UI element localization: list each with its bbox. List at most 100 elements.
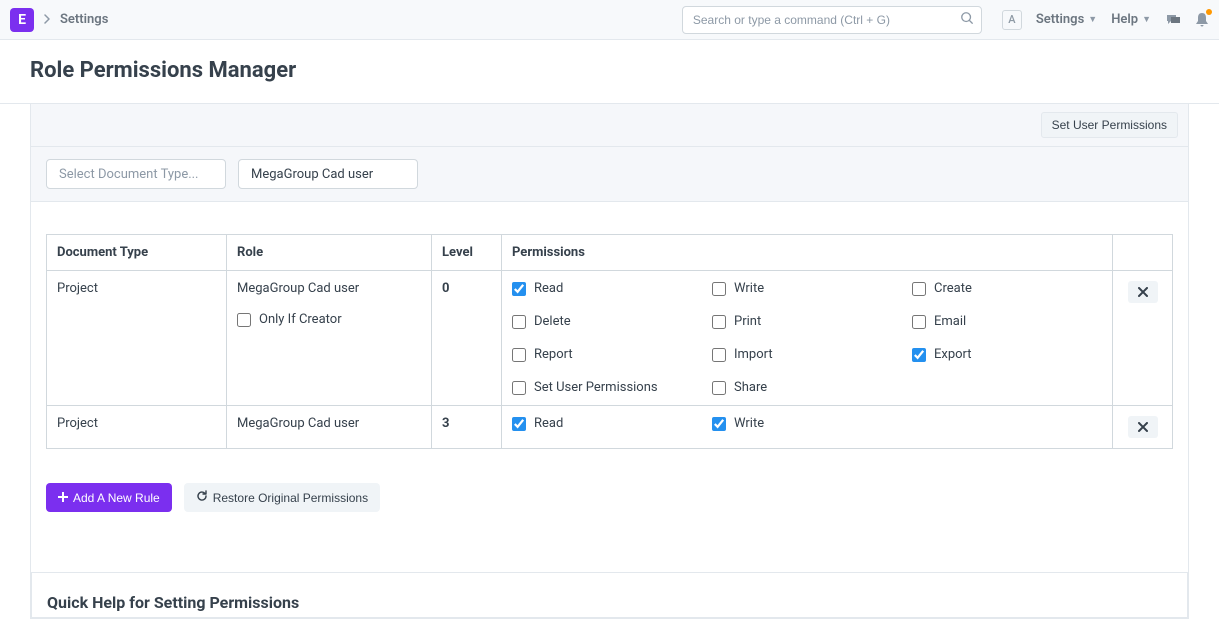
role-label: MegaGroup Cad user: [237, 416, 421, 431]
permission-label: Write: [734, 416, 764, 431]
role-filter-value: MegaGroup Cad user: [251, 167, 373, 182]
permission-input[interactable]: [512, 315, 526, 329]
permission-label: Set User Permissions: [534, 380, 658, 395]
cell-permissions: Read Write Create Delete Print Email Report Imp…: [502, 271, 1113, 406]
help-section: Quick Help for Setting Permissions: [31, 572, 1188, 618]
role-filter[interactable]: MegaGroup Cad user: [238, 159, 418, 189]
doctype-filter[interactable]: Select Document Type...: [46, 159, 226, 189]
permissions-grid: Read Write: [512, 416, 1102, 431]
cell-level: 3: [432, 406, 502, 449]
permission-input[interactable]: [912, 348, 926, 362]
actions-row: Add A New Rule Restore Original Permissi…: [31, 469, 1188, 532]
add-rule-button[interactable]: Add A New Rule: [46, 483, 172, 512]
table-row: Project MegaGroup Cad user Only If Creator…: [47, 271, 1173, 406]
permission-checkbox[interactable]: Delete: [512, 314, 702, 329]
restore-label: Restore Original Permissions: [213, 491, 368, 505]
role-label: MegaGroup Cad user: [237, 281, 421, 296]
permission-checkbox[interactable]: Share: [712, 380, 902, 395]
permission-input[interactable]: [512, 381, 526, 395]
permission-input[interactable]: [712, 315, 726, 329]
help-dropdown[interactable]: Help ▼: [1111, 12, 1151, 27]
permission-label: Write: [734, 281, 764, 296]
app-logo[interactable]: E: [10, 8, 34, 32]
caret-down-icon: ▼: [1088, 14, 1097, 25]
permission-input[interactable]: [912, 315, 926, 329]
search-box: [682, 6, 982, 34]
th-action: [1113, 235, 1173, 271]
bell-icon[interactable]: [1195, 12, 1209, 28]
permission-checkbox[interactable]: Email: [912, 314, 1102, 329]
navbar: E Settings A Settings ▼ Help ▼: [0, 0, 1219, 40]
cell-level: 0: [432, 271, 502, 406]
cell-action: [1113, 271, 1173, 406]
navbar-left: E Settings: [10, 8, 108, 32]
permission-checkbox[interactable]: Print: [712, 314, 902, 329]
close-icon: [1138, 287, 1148, 297]
cell-action: [1113, 406, 1173, 449]
permission-checkbox[interactable]: Report: [512, 347, 702, 362]
table-row: Project MegaGroup Cad user 3 Read Write: [47, 406, 1173, 449]
permission-input[interactable]: [712, 381, 726, 395]
plus-icon: [58, 491, 68, 505]
th-permissions: Permissions: [502, 235, 1113, 271]
permission-label: Create: [934, 281, 972, 296]
th-role: Role: [227, 235, 432, 271]
cell-permissions: Read Write: [502, 406, 1113, 449]
close-icon: [1138, 422, 1148, 432]
permission-input[interactable]: [712, 417, 726, 431]
cell-doctype: Project: [47, 271, 227, 406]
th-level: Level: [432, 235, 502, 271]
set-user-permissions-button[interactable]: Set User Permissions: [1041, 112, 1178, 138]
level-value: 0: [442, 281, 449, 296]
level-value: 3: [442, 416, 449, 431]
permissions-table: Document Type Role Level Permissions Pro…: [46, 234, 1173, 449]
form-section: Set User Permissions Select Document Typ…: [30, 104, 1189, 619]
permissions-grid: Read Write Create Delete Print Email Report Imp…: [512, 281, 1102, 395]
permission-checkbox[interactable]: Import: [712, 347, 902, 362]
breadcrumb[interactable]: Settings: [60, 12, 108, 27]
permission-checkbox[interactable]: Read: [512, 281, 702, 296]
permission-label: Read: [534, 281, 563, 296]
only-if-creator-input[interactable]: [237, 313, 251, 327]
permission-checkbox[interactable]: Create: [912, 281, 1102, 296]
permission-label: Email: [934, 314, 966, 329]
permission-label: Delete: [534, 314, 571, 329]
permission-checkbox[interactable]: Set User Permissions: [512, 380, 702, 395]
permission-label: Read: [534, 416, 563, 431]
chat-icon[interactable]: [1165, 12, 1181, 28]
permission-label: Share: [734, 380, 767, 395]
page-body: Set User Permissions Select Document Typ…: [0, 104, 1219, 619]
refresh-icon: [196, 490, 208, 505]
permission-checkbox[interactable]: Write: [712, 416, 902, 431]
restore-permissions-button[interactable]: Restore Original Permissions: [184, 483, 380, 512]
settings-label: Settings: [1036, 12, 1084, 27]
avatar[interactable]: A: [1002, 10, 1022, 30]
delete-rule-button[interactable]: [1128, 281, 1158, 303]
settings-dropdown[interactable]: Settings ▼: [1036, 12, 1097, 27]
navbar-right: A Settings ▼ Help ▼: [1002, 10, 1209, 30]
permission-input[interactable]: [512, 417, 526, 431]
permission-label: Import: [734, 347, 773, 362]
permission-input[interactable]: [512, 282, 526, 296]
permission-input[interactable]: [912, 282, 926, 296]
permission-input[interactable]: [512, 348, 526, 362]
cell-role: MegaGroup Cad user Only If Creator: [227, 271, 432, 406]
th-doctype: Document Type: [47, 235, 227, 271]
permission-input[interactable]: [712, 348, 726, 362]
page-title: Role Permissions Manager: [30, 58, 1189, 83]
permission-checkbox[interactable]: Read: [512, 416, 702, 431]
cell-role: MegaGroup Cad user: [227, 406, 432, 449]
cell-doctype: Project: [47, 406, 227, 449]
permission-checkbox[interactable]: Export: [912, 347, 1102, 362]
caret-down-icon: ▼: [1142, 14, 1151, 25]
permission-checkbox[interactable]: Write: [712, 281, 902, 296]
search-input[interactable]: [682, 6, 982, 34]
permission-label: Print: [734, 314, 761, 329]
permission-input[interactable]: [712, 282, 726, 296]
delete-rule-button[interactable]: [1128, 416, 1158, 438]
permission-label: Export: [934, 347, 972, 362]
only-if-creator-checkbox[interactable]: Only If Creator: [237, 312, 421, 327]
doctype-filter-placeholder: Select Document Type...: [59, 167, 199, 182]
table-container: Document Type Role Level Permissions Pro…: [31, 202, 1188, 469]
permission-label: Report: [534, 347, 573, 362]
